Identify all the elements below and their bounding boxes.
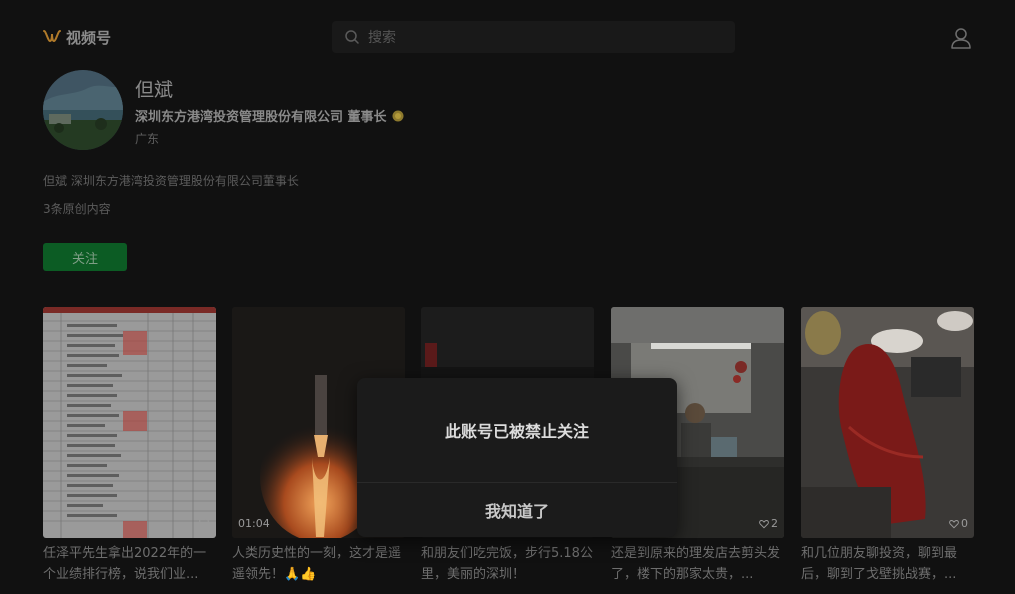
- video-duration: 01:04: [238, 517, 270, 530]
- follow-blocked-dialog: 此账号已被禁止关注 我知道了: [357, 378, 677, 537]
- channels-logo-icon: [43, 30, 61, 43]
- video-caption[interactable]: 和几位朋友聊投资，聊到最后，聊到了戈壁挑战赛，...: [801, 543, 974, 585]
- dialog-confirm-button[interactable]: 我知道了: [357, 483, 677, 537]
- video-card[interactable]: 0 和几位朋友聊投资，聊到最后，聊到了戈壁挑战赛，...: [801, 307, 974, 585]
- dinner-table-image: [801, 307, 974, 538]
- video-caption[interactable]: 任泽平先生拿出2022年的一个业绩排行榜，说我们业...: [43, 543, 216, 585]
- profile-name: 但斌: [135, 79, 174, 101]
- like-count: 0: [961, 517, 968, 530]
- search-input[interactable]: 搜索: [368, 27, 396, 47]
- user-icon[interactable]: [949, 26, 973, 50]
- verified-badge-icon: [392, 110, 404, 121]
- channel-profile-page: 视频号 搜索 但斌 深圳东方港湾投资管理股份有限公司 董事长 广东 但斌 深圳东…: [0, 0, 1015, 594]
- content-count: 3条原创内容: [43, 202, 111, 216]
- profile-title-row: 深圳东方港湾投资管理股份有限公司 董事长: [135, 106, 404, 125]
- avatar-image: [43, 70, 123, 150]
- app-name: 视频号: [66, 28, 112, 47]
- video-thumbnail[interactable]: 0: [801, 307, 974, 538]
- heart-icon: [759, 519, 769, 528]
- video-card[interactable]: 12 任泽平先生拿出2022年的一个业绩排行榜，说我们业...: [43, 307, 216, 585]
- avatar: [43, 70, 123, 150]
- follow-button[interactable]: 关注: [43, 243, 127, 271]
- like-count: 12: [196, 517, 210, 530]
- video-caption[interactable]: 人类历史性的一刻，这才是遥遥领先！🙏👍: [232, 543, 405, 585]
- video-caption[interactable]: 和朋友们吃完饭，步行5.18公里，美丽的深圳！: [421, 543, 594, 585]
- profile-bio: 但斌 深圳东方港湾投资管理股份有限公司董事长: [43, 174, 299, 188]
- like-indicator: 2: [759, 517, 778, 530]
- dialog-message: 此账号已被禁止关注: [444, 422, 589, 441]
- profile-title: 深圳东方港湾投资管理股份有限公司 董事长: [135, 110, 387, 125]
- search-icon: [345, 30, 359, 44]
- video-caption[interactable]: 还是到原来的理发店去剪头发了，楼下的那家太贵，...: [611, 543, 784, 585]
- ranking-table-image: [43, 307, 216, 538]
- channels-logo[interactable]: 视频号: [43, 26, 111, 48]
- like-count: 2: [771, 517, 778, 530]
- video-thumbnail[interactable]: 12: [43, 307, 216, 538]
- search-bar[interactable]: 搜索: [332, 21, 735, 53]
- like-indicator: 0: [949, 517, 968, 530]
- heart-icon: [949, 519, 959, 528]
- profile-location: 广东: [135, 132, 160, 146]
